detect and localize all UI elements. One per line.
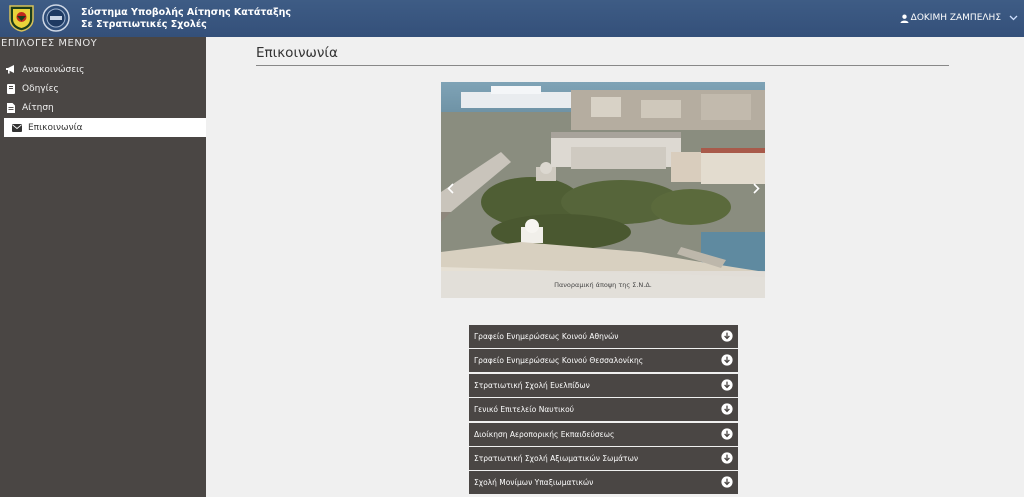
sidebar-item-label: Ανακοινώσεις <box>22 64 85 75</box>
accordion-item-label: Στρατιωτική Σχολή Αξιωματικών Σωμάτων <box>474 453 639 463</box>
accordion-item-label: Γενικό Επιτελείο Ναυτικού <box>474 405 575 415</box>
circle-arrow-down-icon <box>721 427 733 440</box>
title-divider <box>256 65 949 66</box>
carousel-prev-button[interactable] <box>443 183 457 197</box>
circle-arrow-down-icon <box>721 354 733 366</box>
chevron-down-icon <box>1009 15 1018 21</box>
app-title: Σύστημα Υποβολής Αίτησης Κατάταξης Σε Στ… <box>81 7 291 31</box>
accordion-item-label: Στρατιωτική Σχολή Ευελπίδων <box>474 380 590 390</box>
sidebar-item-instructions[interactable]: Οδηγίες <box>4 79 206 98</box>
page-title: Επικοινωνία <box>256 45 338 61</box>
sidebar-item-label: Επικοινωνία <box>28 122 83 133</box>
circle-arrow-down-icon <box>721 476 733 488</box>
chevron-left-icon <box>446 183 454 197</box>
circle-arrow-down-icon <box>721 379 733 391</box>
sidebar-item-label: Οδηγίες <box>22 83 59 94</box>
contact-accordion: Γραφείο Ενημερώσεως Κοινού Αθηνών Γραφεί… <box>469 325 738 496</box>
accordion-item-navy-staff[interactable]: Γενικό Επιτελείο Ναυτικού <box>469 398 738 422</box>
user-name: ΔΟΚΙΜΗ ΖΑΜΠΕΛΗΣ <box>910 13 1001 23</box>
user-icon <box>900 14 909 23</box>
document-icon <box>6 102 16 113</box>
sidebar-heading: ΕΠΙΛΟΓΕΣ ΜΕΝΟΥ <box>1 38 98 49</box>
accordion-item-label: Γραφείο Ενημερώσεως Κοινού Αθηνών <box>474 332 619 341</box>
accordion-item-evelpidon[interactable]: Στρατιωτική Σχολή Ευελπίδων <box>469 373 738 397</box>
accordion-item-air-training[interactable]: Διοίκηση Αεροπορικής Εκπαιδεύσεως <box>469 422 738 446</box>
carousel-next-button[interactable] <box>749 183 763 197</box>
bullhorn-icon <box>6 65 16 75</box>
accordion-item-athens-office[interactable]: Γραφείο Ενημερώσεως Κοινού Αθηνών <box>469 325 738 348</box>
sidebar: ΕΠΙΛΟΓΕΣ ΜΕΝΟΥ Ανακοινώσεις Οδηγίες Αίτη… <box>0 37 206 497</box>
circle-arrow-down-icon <box>721 452 733 464</box>
accordion-item-label: Σχολή Μονίμων Υπαξιωματικών <box>474 478 594 488</box>
accordion-item-officers-corps[interactable]: Στρατιωτική Σχολή Αξιωματικών Σωμάτων <box>469 446 738 470</box>
image-carousel[interactable]: Πανοραμική άποψη της Σ.Ν.Δ. <box>441 82 765 298</box>
circle-arrow-down-icon <box>721 403 733 415</box>
army-emblem-logo[interactable] <box>8 4 35 32</box>
app-title-line2: Σε Στρατιωτικές Σχολές <box>81 19 207 30</box>
top-navbar: Σύστημα Υποβολής Αίτησης Κατάταξης Σε Στ… <box>0 0 1024 37</box>
accordion-item-label: Γραφείο Ενημερώσεως Κοινού Θεσσαλονίκης <box>474 356 644 366</box>
accordion-item-label: Διοίκηση Αεροπορικής Εκπαιδεύσεως <box>474 429 615 439</box>
app-title-line1: Σύστημα Υποβολής Αίτησης Κατάταξης <box>81 7 291 18</box>
panoramic-photo <box>441 82 765 298</box>
sidebar-item-announcements[interactable]: Ανακοινώσεις <box>4 60 206 79</box>
accordion-item-nco-school[interactable]: Σχολή Μονίμων Υπαξιωματικών <box>469 471 738 495</box>
user-menu[interactable]: ΔΟΚΙΜΗ ΖΑΜΠΕΛΗΣ <box>900 13 1018 23</box>
sidebar-item-application[interactable]: Αίτηση <box>4 98 206 117</box>
chevron-right-icon <box>752 183 760 197</box>
circle-arrow-down-icon <box>721 330 733 342</box>
sidebar-item-label: Αίτηση <box>22 102 54 113</box>
sidebar-item-contact[interactable]: Επικοινωνία <box>4 118 206 137</box>
envelope-icon <box>12 123 22 133</box>
carousel-caption: Πανοραμική άποψη της Σ.Ν.Δ. <box>554 281 652 289</box>
academy-seal-logo[interactable] <box>42 4 70 32</box>
book-icon <box>6 83 16 94</box>
accordion-item-thessaloniki-office[interactable]: Γραφείο Ενημερώσεως Κοινού Θεσσαλονίκης <box>469 349 738 373</box>
